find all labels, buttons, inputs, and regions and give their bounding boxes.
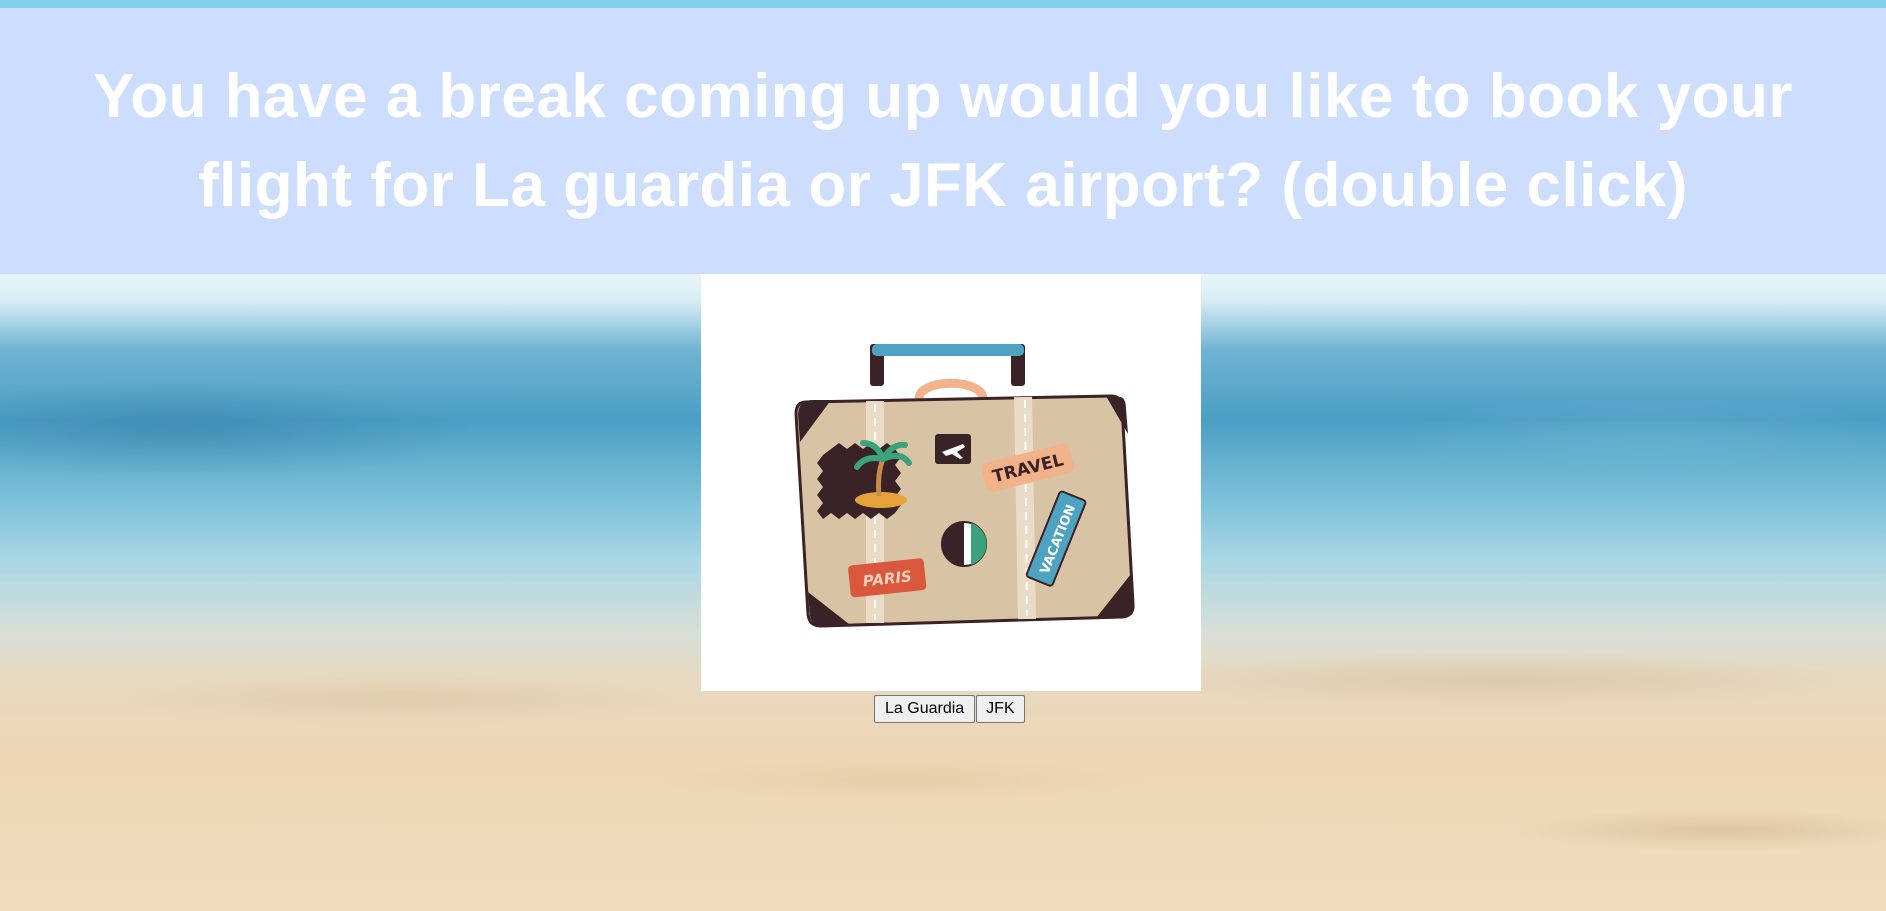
handle-bar [872,344,1024,356]
suitcase-illustration: TRAVEL VACATION PARIS [794,344,1135,628]
la-guardia-button[interactable]: La Guardia [874,695,976,723]
prompt-heading: You have a break coming up would you lik… [92,62,1794,220]
prompt-banner: You have a break coming up would you lik… [0,8,1886,274]
airport-choice-buttons: La Guardia JFK [874,695,1025,723]
top-grip [914,378,988,404]
jfk-button[interactable]: JFK [976,695,1025,723]
suitcase-image: TRAVEL VACATION PARIS [701,274,1201,691]
